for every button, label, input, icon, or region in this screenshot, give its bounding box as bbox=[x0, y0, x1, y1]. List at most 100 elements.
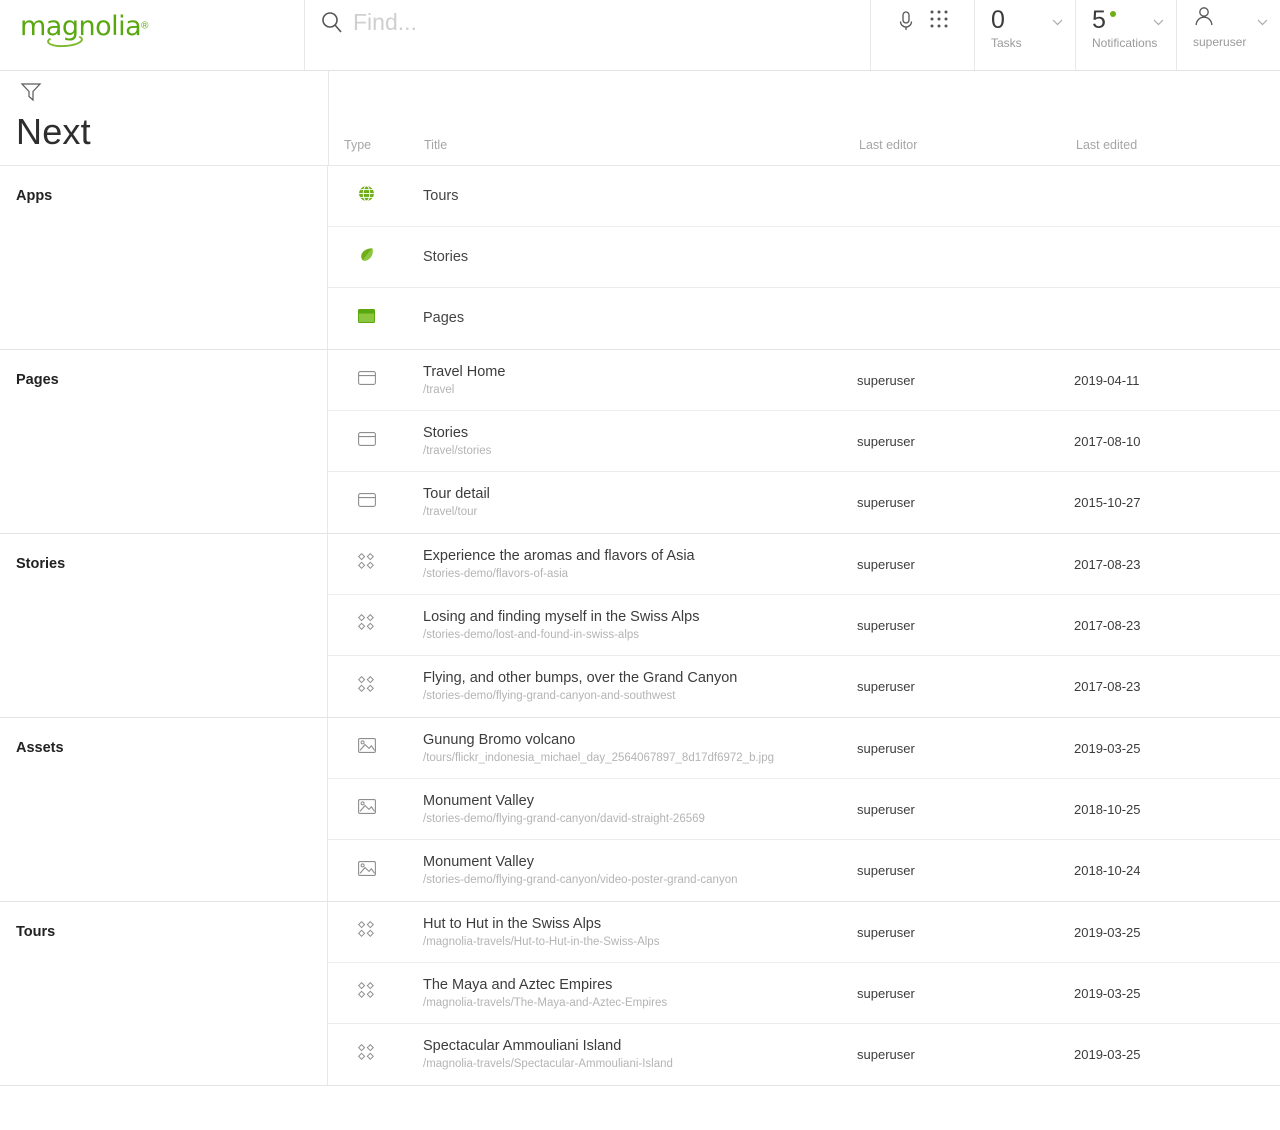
cell-last-edited: 2018-10-25 bbox=[1074, 802, 1280, 817]
cell-last-edited: 2019-03-25 bbox=[1074, 986, 1280, 1001]
cell-title: Flying, and other bumps, over the Grand … bbox=[423, 669, 857, 704]
cell-title: Stories bbox=[423, 248, 857, 267]
apps-grid-icon[interactable] bbox=[930, 10, 948, 33]
user-menu[interactable]: superuser bbox=[1177, 0, 1280, 70]
brand-logo[interactable]: magnolia® bbox=[0, 0, 305, 70]
row-title: Tours bbox=[423, 187, 847, 206]
cell-title: Tours bbox=[423, 187, 857, 206]
leaf-icon bbox=[358, 246, 375, 268]
section-rows: Experience the aromas and flavors of Asi… bbox=[328, 534, 1280, 717]
cell-title: Pages bbox=[423, 309, 857, 328]
section-rows: Travel Home/travelsuperuser2019-04-11Sto… bbox=[328, 350, 1280, 533]
empty-footer-band bbox=[0, 1086, 1280, 1130]
page-subheader: Next Type Title Last editor Last edited bbox=[0, 71, 1280, 166]
content-node-icon bbox=[358, 1044, 375, 1066]
cell-last-editor: superuser bbox=[857, 986, 1074, 1001]
table-row[interactable]: Monument Valley/stories-demo/flying-gran… bbox=[328, 779, 1280, 840]
cell-type bbox=[328, 921, 423, 943]
cell-last-edited: 2019-04-11 bbox=[1074, 373, 1280, 388]
cell-last-editor: superuser bbox=[857, 434, 1074, 449]
cell-last-editor: superuser bbox=[857, 373, 1074, 388]
cell-title: Spectacular Ammouliani Island/magnolia-t… bbox=[423, 1037, 857, 1072]
page-icon bbox=[358, 371, 376, 390]
cell-last-editor: superuser bbox=[857, 679, 1074, 694]
cell-type bbox=[328, 309, 423, 328]
logo-wrap: magnolia® bbox=[20, 12, 149, 46]
content-node-icon bbox=[358, 614, 375, 636]
cell-title: The Maya and Aztec Empires/magnolia-trav… bbox=[423, 976, 857, 1011]
image-icon bbox=[358, 861, 376, 881]
page-icon bbox=[358, 432, 376, 451]
cell-last-editor: superuser bbox=[857, 557, 1074, 572]
table-row[interactable]: Losing and finding myself in the Swiss A… bbox=[328, 595, 1280, 656]
row-title: Pages bbox=[423, 309, 847, 328]
column-headers: Type Title Last editor Last edited bbox=[328, 71, 1280, 165]
cell-last-edited: 2018-10-24 bbox=[1074, 863, 1280, 878]
content-node-icon bbox=[358, 982, 375, 1004]
page-icon bbox=[358, 493, 376, 512]
section-label: Assets bbox=[0, 718, 328, 901]
section-label: Apps bbox=[0, 166, 328, 349]
row-path: /travel bbox=[423, 383, 847, 398]
brand-registered-mark: ® bbox=[141, 21, 148, 32]
cell-type bbox=[328, 493, 423, 512]
column-header-title: Title bbox=[424, 138, 447, 152]
row-title: Stories bbox=[423, 424, 847, 443]
cell-type bbox=[328, 982, 423, 1004]
chevron-down-icon[interactable] bbox=[1257, 13, 1268, 20]
table-row[interactable]: Gunung Bromo volcano/tours/flickr_indone… bbox=[328, 718, 1280, 779]
table-row[interactable]: Tours bbox=[328, 166, 1280, 227]
cell-last-editor: superuser bbox=[857, 1047, 1074, 1062]
results-board: AppsToursStoriesPagesPagesTravel Home/tr… bbox=[0, 166, 1280, 1086]
cell-title: Losing and finding myself in the Swiss A… bbox=[423, 608, 857, 643]
filter-funnel-icon[interactable] bbox=[20, 82, 42, 107]
cell-last-edited: 2019-03-25 bbox=[1074, 925, 1280, 940]
notification-status-dot bbox=[1110, 11, 1116, 17]
content-node-icon bbox=[358, 921, 375, 943]
tasks-label: Tasks bbox=[991, 36, 1075, 50]
table-row[interactable]: Travel Home/travelsuperuser2019-04-11 bbox=[328, 350, 1280, 411]
section-label: Pages bbox=[0, 350, 328, 533]
row-title: Flying, and other bumps, over the Grand … bbox=[423, 669, 847, 688]
section-tours: ToursHut to Hut in the Swiss Alps/magnol… bbox=[0, 902, 1280, 1086]
section-apps: Apps Tours Stories Pages bbox=[0, 166, 1280, 350]
row-title: Gunung Bromo volcano bbox=[423, 731, 847, 750]
table-row[interactable]: Stories bbox=[328, 227, 1280, 288]
microphone-icon[interactable] bbox=[898, 10, 914, 39]
globe-icon bbox=[358, 185, 375, 207]
row-title: Tour detail bbox=[423, 485, 847, 504]
top-bar: magnolia® 0 Tasks bbox=[0, 0, 1280, 71]
row-path: /magnolia-travels/Spectacular-Ammouliani… bbox=[423, 1057, 847, 1072]
notifications-widget[interactable]: 5 Notifications bbox=[1076, 0, 1177, 70]
tasks-count: 0 bbox=[991, 6, 1005, 34]
table-row[interactable]: Spectacular Ammouliani Island/magnolia-t… bbox=[328, 1024, 1280, 1085]
search-input[interactable] bbox=[353, 8, 870, 36]
cell-type bbox=[328, 432, 423, 451]
notifications-label: Notifications bbox=[1092, 36, 1176, 50]
cell-last-editor: superuser bbox=[857, 495, 1074, 510]
table-row[interactable]: Experience the aromas and flavors of Asi… bbox=[328, 534, 1280, 595]
row-path: /stories-demo/flying-grand-canyon/video-… bbox=[423, 873, 847, 888]
table-row[interactable]: Flying, and other bumps, over the Grand … bbox=[328, 656, 1280, 717]
cell-type bbox=[328, 614, 423, 636]
table-row[interactable]: Tour detail/travel/toursuperuser2015-10-… bbox=[328, 472, 1280, 533]
cell-type bbox=[328, 185, 423, 207]
chevron-down-icon[interactable] bbox=[1052, 13, 1063, 20]
section-pages: PagesTravel Home/travelsuperuser2019-04-… bbox=[0, 350, 1280, 534]
cell-last-editor: superuser bbox=[857, 925, 1074, 940]
search-bar[interactable] bbox=[305, 0, 871, 70]
cell-last-edited: 2017-08-23 bbox=[1074, 557, 1280, 572]
cell-title: Gunung Bromo volcano/tours/flickr_indone… bbox=[423, 731, 857, 766]
table-row[interactable]: Stories/travel/storiessuperuser2017-08-1… bbox=[328, 411, 1280, 472]
table-row[interactable]: Pages bbox=[328, 288, 1280, 349]
section-rows: Hut to Hut in the Swiss Alps/magnolia-tr… bbox=[328, 902, 1280, 1085]
table-row[interactable]: Hut to Hut in the Swiss Alps/magnolia-tr… bbox=[328, 902, 1280, 963]
chevron-down-icon[interactable] bbox=[1153, 13, 1164, 20]
row-title: Monument Valley bbox=[423, 792, 847, 811]
table-row[interactable]: The Maya and Aztec Empires/magnolia-trav… bbox=[328, 963, 1280, 1024]
row-title: Hut to Hut in the Swiss Alps bbox=[423, 915, 847, 934]
table-row[interactable]: Monument Valley/stories-demo/flying-gran… bbox=[328, 840, 1280, 901]
tasks-widget[interactable]: 0 Tasks bbox=[975, 0, 1076, 70]
search-icon bbox=[319, 9, 345, 35]
cell-title: Experience the aromas and flavors of Asi… bbox=[423, 547, 857, 582]
